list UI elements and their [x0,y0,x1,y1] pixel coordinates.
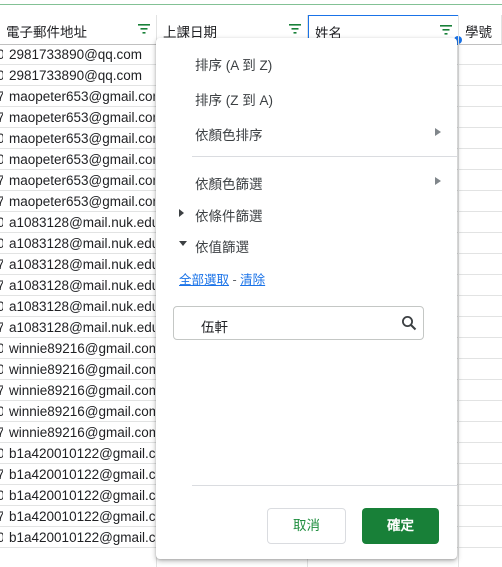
filter-by-values-item[interactable]: 依值篩選 [195,236,249,256]
row-edge-digit: 0 [0,215,3,230]
filter-icon[interactable] [440,24,452,36]
email-cell[interactable]: b1a420010122@gmail.com [9,509,155,524]
submenu-arrow-icon [435,177,441,185]
email-cell[interactable]: a1083128@mail.nuk.edu.tw [9,299,155,314]
search-input[interactable]: 伍軒 [173,306,424,340]
sort-z-a-item[interactable]: 排序 (Z 到 A) [195,89,273,109]
row-edge-digit: 7 [0,89,3,104]
email-cell[interactable]: 2981733890@qq.com [9,47,155,62]
row-edge-digit: 0 [0,68,3,83]
sort-a-z-item[interactable]: 排序 (A 到 Z) [195,54,272,74]
row-edge-digit: 0 [0,341,3,356]
email-cell[interactable]: maopeter653@gmail.com [9,131,155,146]
row-edge-digit: 7 [0,110,3,125]
row-edge-digit: 0 [0,299,3,314]
row-edge-digit: 7 [0,257,3,272]
email-cell[interactable]: a1083128@mail.nuk.edu.tw [9,236,155,251]
filter-by-color-item[interactable]: 依顏色篩選 [195,173,263,193]
header-email[interactable]: 電子郵件地址 [0,15,157,45]
email-cell[interactable]: maopeter653@gmail.com [9,152,155,167]
filter-by-condition-item[interactable]: 依條件篩選 [195,205,263,225]
menu-divider [192,485,457,486]
email-cell[interactable]: winnie89216@gmail.com [9,383,155,398]
email-cell[interactable]: b1a420010122@gmail.com [9,530,155,545]
email-cell[interactable]: maopeter653@gmail.com [9,173,155,188]
email-cell[interactable]: winnie89216@gmail.com [9,341,155,356]
email-cell[interactable]: winnie89216@gmail.com [9,362,155,377]
email-cell[interactable]: maopeter653@gmail.com [9,194,155,209]
row-edge-digit: 0 [0,404,3,419]
email-cell[interactable]: a1083128@mail.nuk.edu.tw [9,215,155,230]
filter-icon[interactable] [289,23,301,35]
row-edge-digit: 7 [0,173,3,188]
row-edge-digit: 0 [0,530,3,545]
ok-button[interactable]: 確定 [362,508,439,544]
row-edge-digit: 7 [0,278,3,293]
search-icon [402,316,417,331]
search-input-value: 伍軒 [201,320,228,335]
email-cell[interactable]: a1083128@mail.nuk.edu.tw [9,257,155,272]
email-cell[interactable]: winnie89216@gmail.com [9,404,155,419]
email-cell[interactable]: b1a420010122@gmail.com [9,488,155,503]
row-edge-digit: 7 [0,320,3,335]
clear-link[interactable]: 清除 [240,273,265,287]
header-id-label: 學號 [465,25,492,40]
top-border-line [0,4,502,5]
cancel-button[interactable]: 取消 [267,508,346,544]
link-separator: - [229,273,241,287]
email-cell[interactable]: maopeter653@gmail.com [9,110,155,125]
email-cell[interactable]: b1a420010122@gmail.com [9,446,155,461]
row-edge-digit: 7 [0,194,3,209]
email-cell[interactable]: 2981733890@qq.com [9,68,155,83]
email-cell[interactable]: maopeter653@gmail.com [9,89,155,104]
email-cell[interactable]: a1083128@mail.nuk.edu.tw [9,320,155,335]
expand-down-icon[interactable] [179,241,187,246]
menu-divider [192,156,457,157]
row-edge-digit: 0 [0,152,3,167]
row-edge-digit: 0 [0,47,3,62]
select-all-link[interactable]: 全部選取 [179,273,229,287]
row-edge-digit: 7 [0,425,3,440]
select-clear-links: 全部選取 - 清除 [179,269,265,288]
row-edge-digit: 0 [0,236,3,251]
header-id[interactable]: 學號 [459,15,502,45]
row-edge-digit: 7 [0,383,3,398]
email-cell[interactable]: winnie89216@gmail.com [9,425,155,440]
row-edge-digit: 0 [0,131,3,146]
filter-icon[interactable] [138,23,150,35]
email-cell[interactable]: a1083128@mail.nuk.edu.tw [9,278,155,293]
submenu-arrow-icon [435,128,441,136]
expand-right-icon[interactable] [179,209,184,217]
header-email-label: 電子郵件地址 [6,25,87,40]
row-edge-digit: 0 [0,362,3,377]
email-cell[interactable]: b1a420010122@gmail.com [9,467,155,482]
row-edge-digit: 7 [0,509,3,524]
row-edge-digit: 0 [0,488,3,503]
row-edge-digit: 0 [0,446,3,461]
filter-menu: 排序 (A 到 Z) 排序 (Z 到 A) 依顏色排序 依顏色篩選 依條件篩選 … [156,38,457,559]
row-edge-digit: 7 [0,467,3,482]
sort-by-color-item[interactable]: 依顏色排序 [195,124,263,144]
